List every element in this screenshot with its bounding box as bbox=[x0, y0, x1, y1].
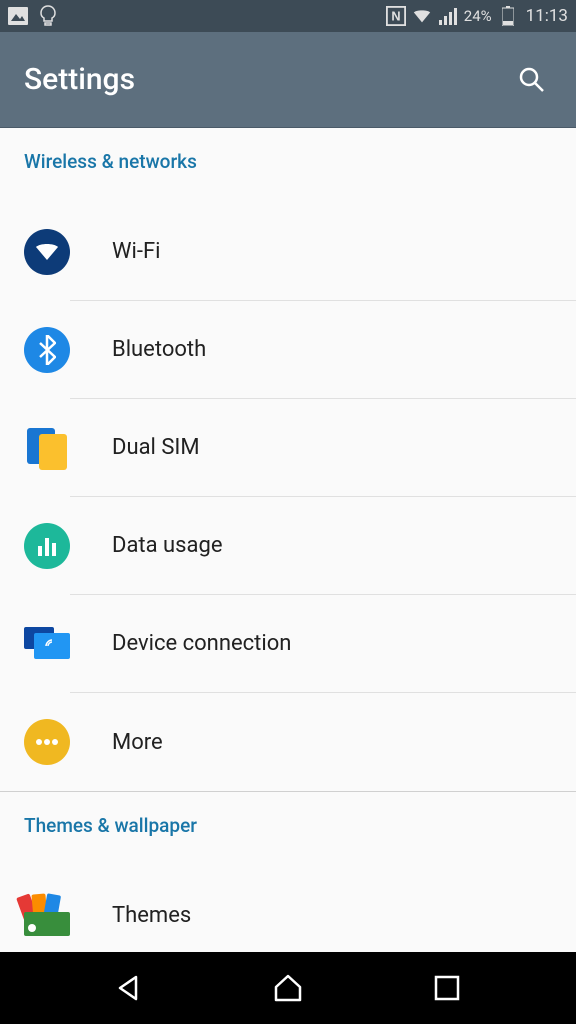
settings-item-device-connection[interactable]: Device connection bbox=[0, 595, 576, 693]
data-usage-icon bbox=[24, 523, 70, 569]
device-connection-icon bbox=[24, 621, 70, 667]
gallery-notification-icon bbox=[8, 6, 28, 26]
app-bar: Settings bbox=[0, 32, 576, 128]
recents-button[interactable] bbox=[427, 968, 467, 1008]
wifi-status-icon bbox=[412, 6, 432, 26]
settings-content: Wireless & networks Wi-Fi Bluetooth Dual… bbox=[0, 128, 576, 952]
themes-icon bbox=[24, 893, 70, 939]
dual-sim-icon bbox=[24, 425, 70, 471]
signal-icon bbox=[438, 6, 458, 26]
item-label: Themes bbox=[112, 903, 191, 928]
search-button[interactable] bbox=[512, 60, 552, 100]
settings-item-themes[interactable]: Themes bbox=[0, 867, 576, 952]
settings-item-wifi[interactable]: Wi-Fi bbox=[0, 203, 576, 301]
recents-icon bbox=[434, 975, 460, 1001]
bulb-icon bbox=[38, 6, 58, 26]
section-header-wireless: Wireless & networks bbox=[0, 128, 576, 189]
search-icon bbox=[518, 66, 546, 94]
status-bar: N 24% 11:13 bbox=[0, 0, 576, 32]
item-label: Dual SIM bbox=[112, 435, 200, 460]
page-title: Settings bbox=[24, 62, 135, 97]
nfc-icon: N bbox=[386, 6, 406, 26]
home-icon bbox=[272, 973, 304, 1003]
navigation-bar bbox=[0, 952, 576, 1024]
settings-item-data-usage[interactable]: Data usage bbox=[0, 497, 576, 595]
item-label: Data usage bbox=[112, 533, 223, 558]
wifi-icon bbox=[24, 229, 70, 275]
item-label: Bluetooth bbox=[112, 337, 206, 362]
home-button[interactable] bbox=[268, 968, 308, 1008]
section-header-themes: Themes & wallpaper bbox=[0, 792, 576, 853]
battery-icon bbox=[498, 6, 518, 26]
settings-item-dual-sim[interactable]: Dual SIM bbox=[0, 399, 576, 497]
time: 11:13 bbox=[526, 6, 568, 26]
item-label: More bbox=[112, 730, 163, 755]
more-icon bbox=[24, 719, 70, 765]
back-button[interactable] bbox=[109, 968, 149, 1008]
settings-item-bluetooth[interactable]: Bluetooth bbox=[0, 301, 576, 399]
svg-text:N: N bbox=[391, 9, 400, 24]
item-label: Wi-Fi bbox=[112, 239, 160, 264]
item-label: Device connection bbox=[112, 631, 291, 656]
bluetooth-icon bbox=[24, 327, 70, 373]
battery-percent: 24% bbox=[464, 7, 492, 25]
back-icon bbox=[114, 973, 144, 1003]
settings-item-more[interactable]: More bbox=[0, 693, 576, 791]
